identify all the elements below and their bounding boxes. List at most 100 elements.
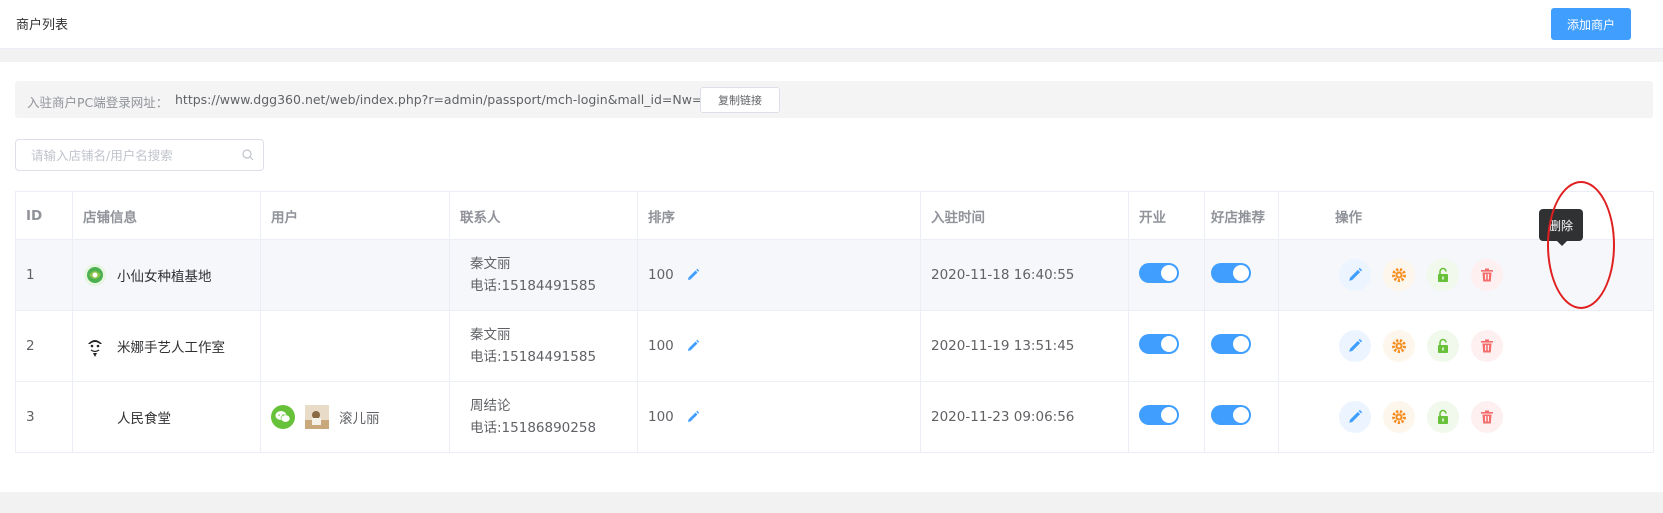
search-input[interactable] <box>16 140 236 170</box>
delete-button[interactable] <box>1471 259 1503 291</box>
col-header-ops: 操作 <box>1278 191 1654 240</box>
unlock-button[interactable] <box>1427 330 1459 362</box>
copy-link-button[interactable]: 复制链接 <box>700 87 780 113</box>
store-name: 小仙女种植基地 <box>117 269 212 285</box>
cell-contact: 周结论 电话:15186890258 <box>449 381 638 453</box>
store-logo-icon <box>84 335 106 357</box>
sort-value: 100 <box>648 267 674 283</box>
sort-value: 100 <box>648 338 674 354</box>
contact-name: 秦文丽 <box>470 256 511 272</box>
store-name: 米娜手艺人工作室 <box>117 340 225 356</box>
cell-user <box>260 310 450 382</box>
delete-tooltip: 删除 <box>1539 209 1583 246</box>
store-logo-icon <box>84 264 106 286</box>
edit-button[interactable] <box>1339 259 1371 291</box>
contact-phone: 电话:15186890258 <box>470 420 597 436</box>
delete-button[interactable] <box>1471 401 1503 433</box>
merchant-table: ID 店铺信息 用户 联系人 排序 入驻时间 开业 好店推荐 操作 1 小仙女种… <box>15 191 1654 453</box>
settings-button[interactable] <box>1383 330 1415 362</box>
login-url-value: https://www.dgg360.net/web/index.php?r=a… <box>175 92 713 107</box>
open-toggle[interactable] <box>1139 405 1179 425</box>
settings-button[interactable] <box>1383 401 1415 433</box>
settings-button[interactable] <box>1383 259 1415 291</box>
cell-open <box>1128 381 1205 453</box>
recommend-toggle[interactable] <box>1211 334 1251 354</box>
login-url-bar: 入驻商户PC端登录网址： https://www.dgg360.net/web/… <box>15 81 1653 118</box>
cell-sort: 100 <box>637 239 921 311</box>
sort-value: 100 <box>648 409 674 425</box>
cell-time: 2020-11-19 13:51:45 <box>920 310 1129 382</box>
cell-open <box>1128 310 1205 382</box>
cell-id: 1 <box>15 239 73 311</box>
pencil-icon[interactable] <box>686 410 700 424</box>
cell-open <box>1128 239 1205 311</box>
cell-ops <box>1278 310 1654 382</box>
table-row: 2 米娜手艺人工作室 秦文丽 电话:15184491585 100 2020-1… <box>15 310 1654 382</box>
col-header-user: 用户 <box>260 191 450 240</box>
cell-contact: 秦文丽 电话:15184491585 <box>449 310 638 382</box>
table-row: 1 小仙女种植基地 秦文丽 电话:15184491585 100 2020-11… <box>15 239 1654 311</box>
unlock-button[interactable] <box>1427 401 1459 433</box>
open-toggle[interactable] <box>1139 263 1179 283</box>
pencil-icon <box>1349 409 1363 423</box>
trash-icon <box>1481 339 1493 353</box>
recommend-toggle[interactable] <box>1211 263 1251 283</box>
pencil-icon <box>1349 267 1363 281</box>
cell-time: 2020-11-23 09:06:56 <box>920 381 1129 453</box>
add-merchant-button[interactable]: 添加商户 <box>1551 8 1631 40</box>
cell-user: 滚儿丽 <box>260 381 450 453</box>
unlock-icon <box>1438 409 1448 424</box>
contact-name: 周结论 <box>470 398 511 414</box>
store-logo-placeholder <box>83 405 107 429</box>
col-header-open: 开业 <box>1128 191 1205 240</box>
wechat-icon <box>271 405 295 429</box>
cell-store: 小仙女种植基地 <box>72 239 261 311</box>
cell-recommend <box>1204 239 1279 311</box>
delete-button[interactable] <box>1471 330 1503 362</box>
cell-user <box>260 239 450 311</box>
search-icon[interactable] <box>242 149 254 161</box>
unlock-icon <box>1438 338 1448 353</box>
cell-ops <box>1278 239 1654 311</box>
content-card: 入驻商户PC端登录网址： https://www.dgg360.net/web/… <box>0 62 1663 492</box>
cell-sort: 100 <box>637 381 921 453</box>
unlock-button[interactable] <box>1427 259 1459 291</box>
table-header-row: ID 店铺信息 用户 联系人 排序 入驻时间 开业 好店推荐 操作 <box>15 191 1654 240</box>
unlock-icon <box>1438 267 1448 282</box>
table-row: 3 人民食堂 滚儿丽 周结论 电话:15186890258 100 2020-1… <box>15 381 1654 453</box>
col-header-time: 入驻时间 <box>920 191 1129 240</box>
cell-sort: 100 <box>637 310 921 382</box>
col-header-sort: 排序 <box>637 191 921 240</box>
user-name: 滚儿丽 <box>339 411 380 427</box>
open-toggle[interactable] <box>1139 334 1179 354</box>
recommend-toggle[interactable] <box>1211 405 1251 425</box>
cell-time: 2020-11-18 16:40:55 <box>920 239 1129 311</box>
gear-icon <box>1392 339 1406 353</box>
trash-icon <box>1481 410 1493 424</box>
edit-button[interactable] <box>1339 401 1371 433</box>
pencil-icon[interactable] <box>686 339 700 353</box>
page-title: 商户列表 <box>16 18 69 33</box>
login-url-label: 入驻商户PC端登录网址： <box>27 95 169 110</box>
gear-icon <box>1392 268 1406 282</box>
pencil-icon <box>1349 338 1363 352</box>
cell-recommend <box>1204 381 1279 453</box>
cell-id: 2 <box>15 310 73 382</box>
pencil-icon[interactable] <box>686 268 700 282</box>
cell-store: 人民食堂 <box>72 381 261 453</box>
col-header-id: ID <box>15 191 73 240</box>
cell-store: 米娜手艺人工作室 <box>72 310 261 382</box>
cell-contact: 秦文丽 电话:15184491585 <box>449 239 638 311</box>
cell-recommend <box>1204 310 1279 382</box>
trash-icon <box>1481 268 1493 282</box>
edit-button[interactable] <box>1339 330 1371 362</box>
store-name: 人民食堂 <box>117 411 171 427</box>
gear-icon <box>1392 410 1406 424</box>
contact-phone: 电话:15184491585 <box>470 278 597 294</box>
contact-phone: 电话:15184491585 <box>470 349 597 365</box>
col-header-recommend: 好店推荐 <box>1204 191 1279 240</box>
col-header-store: 店铺信息 <box>72 191 261 240</box>
page: 商户列表 添加商户 入驻商户PC端登录网址： https://www.dgg36… <box>0 0 1663 513</box>
cell-ops <box>1278 381 1654 453</box>
col-header-contact: 联系人 <box>449 191 638 240</box>
